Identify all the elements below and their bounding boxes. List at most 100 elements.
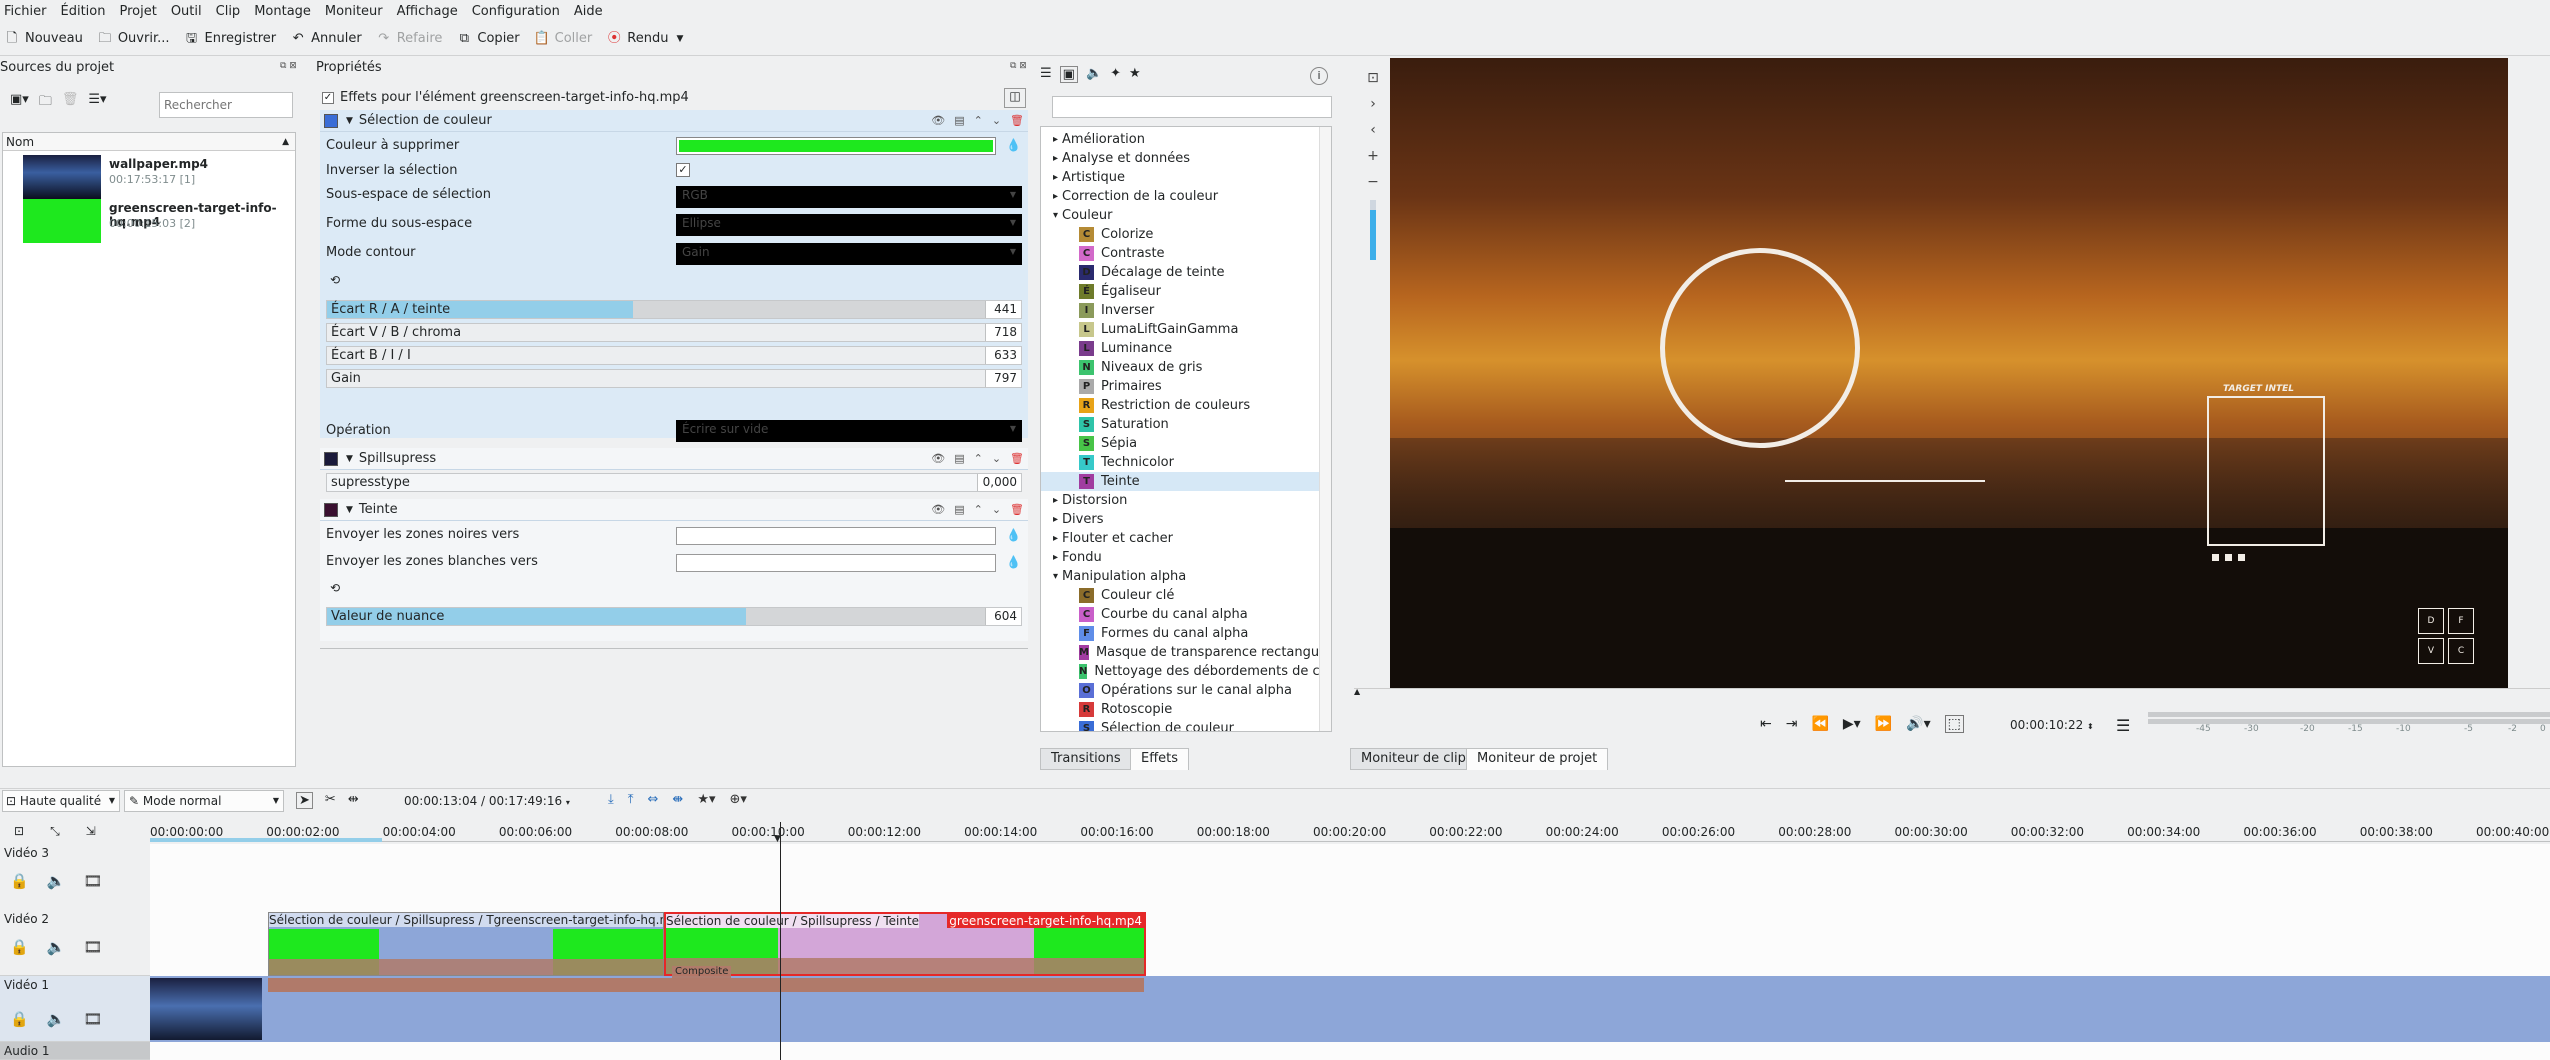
zoom-slider[interactable] bbox=[1370, 200, 1376, 260]
zoom-out-icon[interactable]: − bbox=[1367, 174, 1379, 190]
subspace-select[interactable]: RGB ▼ bbox=[676, 186, 1022, 208]
up-icon[interactable]: ⌃ bbox=[974, 114, 983, 127]
eye-icon[interactable]: 👁 bbox=[931, 114, 945, 127]
effect-item[interactable]: R Restriction de couleurs bbox=[1041, 396, 1331, 415]
clip-wallpaper-thumbnail[interactable] bbox=[150, 978, 262, 1040]
add-folder-icon[interactable]: 🗀 bbox=[39, 92, 52, 114]
prev-icon[interactable]: ‹ bbox=[1370, 122, 1376, 138]
effect-item[interactable]: C Contraste bbox=[1041, 244, 1331, 263]
color-picker-icon[interactable]: 💧 bbox=[1006, 138, 1021, 152]
expand-closed-icon[interactable]: ▸ bbox=[1053, 529, 1058, 548]
tab-effects[interactable]: Effets bbox=[1130, 748, 1190, 770]
favorite-effects-icon[interactable]: ★▾ bbox=[697, 792, 715, 807]
tab-transitions[interactable]: Transitions bbox=[1040, 748, 1132, 770]
effect-item[interactable]: S Sépia bbox=[1041, 434, 1331, 453]
menu-icon[interactable]: ☰▾ bbox=[88, 92, 106, 114]
effect-item[interactable]: L Luminance bbox=[1041, 339, 1331, 358]
expand-open-icon[interactable]: ▾ bbox=[1053, 206, 1058, 225]
expand-closed-icon[interactable]: ▸ bbox=[1053, 491, 1058, 510]
operation-select[interactable]: Écrire sur vide ▼ bbox=[676, 420, 1022, 442]
zoom-in-icon[interactable]: + bbox=[1367, 148, 1379, 164]
effect-category[interactable]: ▸ Flouter et cacher bbox=[1041, 529, 1331, 548]
effect-item[interactable]: O Opérations sur le canal alpha bbox=[1041, 681, 1331, 700]
effect-item[interactable]: I Inverser bbox=[1041, 301, 1331, 320]
delete-icon[interactable]: 🗑 bbox=[1010, 114, 1024, 127]
preset-icon[interactable]: ▤ bbox=[954, 114, 964, 127]
effect-category[interactable]: ▸ Fondu bbox=[1041, 548, 1331, 567]
spin-icon[interactable]: ⬍ bbox=[2087, 722, 2094, 731]
set-out-icon[interactable]: ⇥ bbox=[1786, 716, 1798, 732]
timeline-playhead[interactable] bbox=[780, 822, 781, 1060]
effect-item[interactable]: C Courbe du canal alpha bbox=[1041, 605, 1331, 624]
monitor-video[interactable]: TARGET INTEL D F V C bbox=[1390, 58, 2508, 688]
color-picker-icon[interactable]: 💧 bbox=[1006, 528, 1021, 542]
bin-clip-greenscreen[interactable]: greenscreen-target-info-hq.mp4 00:00:15:… bbox=[23, 199, 293, 247]
track-audio1[interactable] bbox=[150, 1042, 2550, 1060]
expand-closed-icon[interactable]: ▸ bbox=[1053, 187, 1058, 206]
color-swatch[interactable] bbox=[676, 137, 996, 155]
video-icon[interactable]: ▣ bbox=[1059, 66, 1078, 83]
snap-icon[interactable]: ⊕▾ bbox=[730, 792, 747, 807]
timeline-clip-greenscreen-2[interactable]: Sélection de couleur / Spillsupress / Te… bbox=[664, 912, 1146, 979]
insert-icon[interactable]: ⤓ bbox=[608, 792, 614, 807]
effect-item[interactable]: M Masque de transparence rectangulaire bbox=[1041, 643, 1331, 662]
effect-item[interactable]: F Formes du canal alpha bbox=[1041, 624, 1331, 643]
edge-mode-select[interactable]: Gain ▼ bbox=[676, 243, 1022, 265]
effect-category[interactable]: ▸ Divers bbox=[1041, 510, 1331, 529]
slider-value[interactable]: 0,000 bbox=[977, 474, 1021, 491]
menu-clip[interactable]: Clip bbox=[216, 4, 241, 19]
compare-icon[interactable]: ◫ bbox=[1004, 88, 1026, 108]
white-to-color-swatch[interactable] bbox=[676, 554, 996, 572]
timeline-position[interactable]: 00:00:13:04 / 00:17:49:16 ▾ bbox=[404, 794, 570, 808]
effect-item[interactable]: N Niveaux de gris bbox=[1041, 358, 1331, 377]
effect-item[interactable]: T Teinte bbox=[1041, 472, 1331, 491]
black-to-color-swatch[interactable] bbox=[676, 527, 996, 545]
monitor-menu-icon[interactable]: ☰ bbox=[2116, 716, 2130, 735]
render-button[interactable]: ⦿ Rendu ▼ bbox=[606, 31, 684, 47]
timeline-clip-greenscreen-1[interactable]: Sélection de couleur / Spillsupress / Tg… bbox=[268, 912, 664, 976]
effect-category-couleur[interactable]: ▾ Couleur bbox=[1041, 206, 1331, 225]
undo-button[interactable]: ↶ Annuler bbox=[290, 31, 362, 47]
extract-icon[interactable]: ⇔ bbox=[648, 792, 659, 807]
mode-select[interactable]: ✎ Mode normal ▼ bbox=[124, 790, 284, 812]
expand-closed-icon[interactable]: ▸ bbox=[1053, 149, 1058, 168]
sort-icon[interactable]: ▲ bbox=[282, 133, 289, 151]
lock-icon[interactable]: 🔒 bbox=[10, 1010, 29, 1028]
expand-closed-icon[interactable]: ▸ bbox=[1053, 130, 1058, 149]
mute-icon[interactable]: 🔈 bbox=[47, 938, 66, 956]
slider-delta-v[interactable]: Écart V / B / chroma 718 bbox=[326, 323, 1022, 342]
menu-edition[interactable]: Édition bbox=[61, 4, 106, 19]
reset-icon[interactable]: ⟲ bbox=[330, 581, 340, 595]
lift-icon[interactable]: ⇼ bbox=[672, 792, 683, 807]
effects-enable-checkbox[interactable]: ✓ bbox=[322, 91, 334, 104]
fit-zoom-icon[interactable]: ⊡ bbox=[1367, 70, 1379, 86]
overwrite-icon[interactable]: ⤒ bbox=[628, 792, 634, 807]
spill-effect-header[interactable]: ▼ Spillsupress 👁 ▤ ⌃ ⌄ 🗑 bbox=[320, 448, 1028, 470]
dock-float-close-icon[interactable]: ⧉ ⊠ bbox=[1010, 61, 1027, 71]
volume-icon[interactable]: 🔊▾ bbox=[1906, 716, 1930, 732]
set-in-icon[interactable]: ⇤ bbox=[1760, 716, 1772, 732]
tab-project-monitor[interactable]: Moniteur de projet bbox=[1466, 748, 1609, 770]
effect-item[interactable]: L LumaLiftGainGamma bbox=[1041, 320, 1331, 339]
save-button[interactable]: 🖫 Enregistrer bbox=[184, 31, 276, 47]
custom-icon[interactable]: ✦ bbox=[1110, 66, 1121, 83]
play-icon[interactable]: ▶▾ bbox=[1843, 716, 1861, 732]
rewind-icon[interactable]: ⏪ bbox=[1811, 716, 1828, 732]
composite-transition[interactable] bbox=[268, 978, 1144, 992]
slider-value[interactable]: 633 bbox=[985, 347, 1021, 364]
effect-item[interactable]: D Décalage de teinte bbox=[1041, 263, 1331, 282]
mute-icon[interactable]: 🔈 bbox=[47, 1010, 66, 1028]
delete-icon[interactable]: 🗑 bbox=[62, 92, 79, 114]
slider-delta-b[interactable]: Écart B / I / I 633 bbox=[326, 346, 1022, 365]
new-button[interactable]: 🗋 Nouveau bbox=[4, 31, 83, 47]
expand-closed-icon[interactable]: ▸ bbox=[1053, 168, 1058, 187]
effect-item[interactable]: N Nettoyage des débordements de cou... bbox=[1041, 662, 1331, 681]
effect-item[interactable]: S Saturation bbox=[1041, 415, 1331, 434]
effect-category[interactable]: ▸ Artistique bbox=[1041, 168, 1331, 187]
up-icon[interactable]: ⌃ bbox=[974, 452, 983, 465]
favorite-icon[interactable]: ★ bbox=[1129, 66, 1141, 83]
paste-button[interactable]: 📋 Coller bbox=[534, 31, 593, 47]
info-icon[interactable]: i bbox=[1310, 67, 1328, 85]
effect-item[interactable]: C Couleur clé bbox=[1041, 586, 1331, 605]
redo-button[interactable]: ↷ Refaire bbox=[376, 31, 442, 47]
